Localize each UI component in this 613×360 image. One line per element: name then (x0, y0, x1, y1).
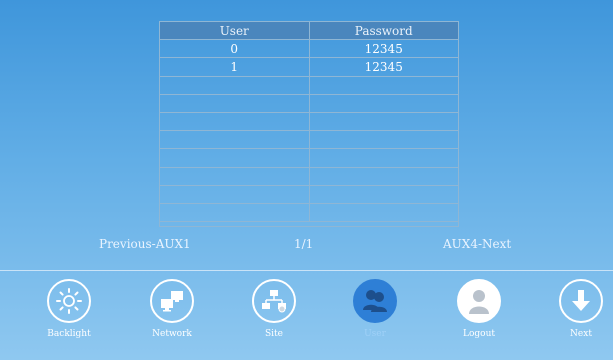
arrow-down-icon (559, 279, 603, 323)
user-cell (160, 76, 310, 95)
user-cell (160, 167, 310, 186)
next-label: Next (570, 329, 592, 339)
table-row[interactable] (160, 94, 458, 113)
table-row[interactable] (160, 167, 458, 186)
table-row[interactable] (160, 148, 458, 168)
table-row[interactable] (160, 112, 458, 132)
password-cell (309, 76, 458, 95)
password-cell (309, 185, 458, 204)
table-row[interactable] (160, 203, 458, 223)
password-cell (309, 167, 458, 186)
user-cell: 0 (160, 39, 310, 59)
password-cell (309, 203, 458, 223)
password-cell (309, 130, 458, 150)
logout-button[interactable]: Logout (442, 279, 516, 359)
page-indicator: 1/1 (294, 237, 314, 251)
table-row[interactable]: 0 12345 (160, 39, 458, 59)
user-cell (160, 94, 310, 113)
person-icon (457, 279, 501, 323)
next-button[interactable]: Next (544, 279, 613, 359)
table-row[interactable] (160, 185, 458, 204)
sun-icon (47, 279, 91, 323)
user-cell (160, 130, 310, 150)
computers-icon (150, 279, 194, 323)
table-row[interactable]: 1 12345 (160, 57, 458, 77)
user-table: User Password 0 12345 1 12345 (160, 22, 458, 223)
user-table-container: User Password 0 12345 1 12345 (159, 21, 459, 227)
network-button[interactable]: Network (135, 279, 209, 359)
column-header-password: Password (309, 22, 458, 41)
user-cell (160, 185, 310, 204)
table-row[interactable] (160, 130, 458, 150)
site-button[interactable]: Site (237, 279, 311, 359)
backlight-label: Backlight (47, 329, 91, 339)
site-network-icon (252, 279, 296, 323)
backlight-button[interactable]: Backlight (32, 279, 106, 359)
user-button[interactable]: User (338, 279, 412, 359)
users-icon (353, 279, 397, 323)
pager: Previous-AUX1 1/1 AUX4-Next (0, 237, 613, 255)
user-label: User (364, 329, 386, 339)
password-cell (309, 148, 458, 168)
network-label: Network (152, 329, 192, 339)
bottom-toolbar: Backlight Network Site User Logout Next (0, 271, 613, 360)
password-cell: 12345 (309, 39, 458, 59)
site-label: Site (265, 329, 283, 339)
table-row[interactable] (160, 76, 458, 95)
user-cell (160, 112, 310, 132)
table-header-row: User Password (160, 22, 458, 41)
next-page-link[interactable]: AUX4-Next (443, 237, 511, 251)
password-cell (309, 112, 458, 132)
previous-page-link[interactable]: Previous-AUX1 (99, 237, 191, 251)
password-cell (309, 94, 458, 113)
logout-label: Logout (463, 329, 495, 339)
user-cell: 1 (160, 57, 310, 77)
column-header-user: User (160, 22, 310, 41)
user-cell (160, 148, 310, 168)
user-cell (160, 203, 310, 223)
password-cell: 12345 (309, 57, 458, 77)
